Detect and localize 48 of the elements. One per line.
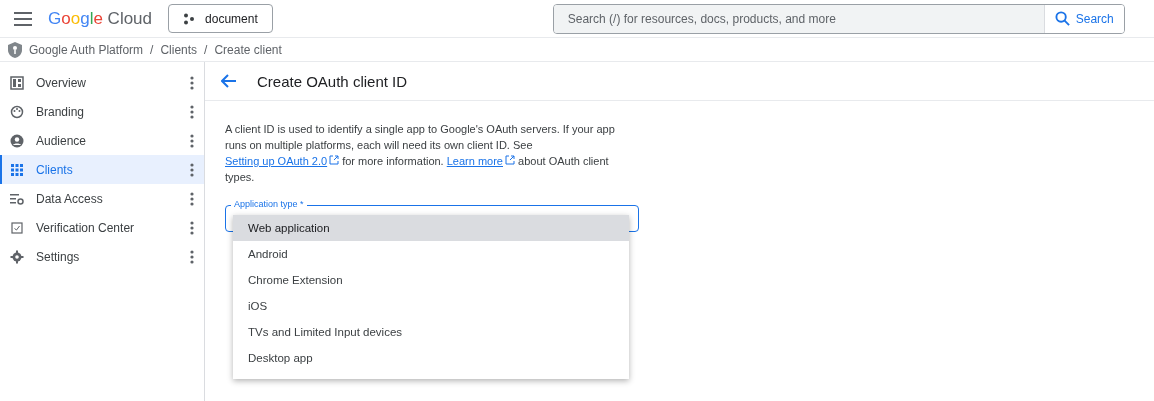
page-title: Create OAuth client ID [257,72,408,90]
shield-icon [8,41,22,58]
sidebar-item[interactable]: Settings [0,242,204,271]
google-cloud-logo[interactable]: Google Cloud [48,8,153,29]
sidebar-item[interactable]: Overview [0,68,204,97]
sidebar-item[interactable]: Audience [0,126,204,155]
breadcrumb-link[interactable]: Clients [160,42,198,57]
grid-icon [10,162,24,177]
more-options-icon[interactable] [190,133,194,148]
project-icon [183,12,196,25]
checkbox-icon [10,220,24,235]
dropdown-option[interactable]: Web application [233,215,629,241]
dropdown-option[interactable]: Android [233,241,629,267]
dropdown-option[interactable]: Chrome Extension [233,267,629,293]
description-text: A client ID is used to identify a single app to Google's OAuth servers. If your app runs on multiple platforms, each will need its own client ID. See Setting up OAuth 2.0 for more information. Learn more about OAuth client types. [225,122,616,185]
external-link-icon [505,155,515,165]
sidebar-item[interactable]: Data Access [0,184,204,213]
search-icon [1054,11,1070,26]
sidebar-item[interactable]: Clients [0,155,204,184]
more-options-icon[interactable] [190,162,194,177]
search-button[interactable]: Search [1043,4,1124,33]
dropdown-option[interactable]: iOS [233,293,629,319]
settings-icon [10,249,24,264]
more-options-icon[interactable] [190,220,194,235]
menu-icon[interactable] [14,11,32,26]
person-icon [10,133,24,148]
breadcrumb-separator: / [204,42,208,57]
sidebar-item[interactable]: Verification Center [0,213,204,242]
breadcrumb-separator: / [150,42,154,57]
back-arrow-icon[interactable] [221,74,237,88]
external-link[interactable]: Setting up OAuth 2.0 [225,155,340,167]
project-picker[interactable]: document [168,4,273,33]
breadcrumb-link[interactable]: Create client [214,42,282,57]
dropdown-option[interactable]: Desktop app [233,345,629,371]
more-options-icon[interactable] [190,249,194,264]
more-options-icon[interactable] [190,75,194,90]
external-link-icon [329,155,340,165]
field-label: Application type * [231,199,307,210]
more-options-icon[interactable] [190,191,194,206]
breadcrumb-link[interactable]: Google Auth Platform [29,42,144,57]
palette-icon [10,104,24,119]
more-options-icon[interactable] [190,104,194,119]
search-field[interactable]: Search (/) for resources, docs, products, and more [553,4,1044,33]
dashboard-icon [10,75,24,90]
external-link[interactable]: Learn more [446,155,515,167]
sidebar-item[interactable]: Branding [0,97,204,126]
dropdown-option[interactable]: TVs and Limited Input devices [233,319,629,345]
list-gear-icon [10,191,24,206]
